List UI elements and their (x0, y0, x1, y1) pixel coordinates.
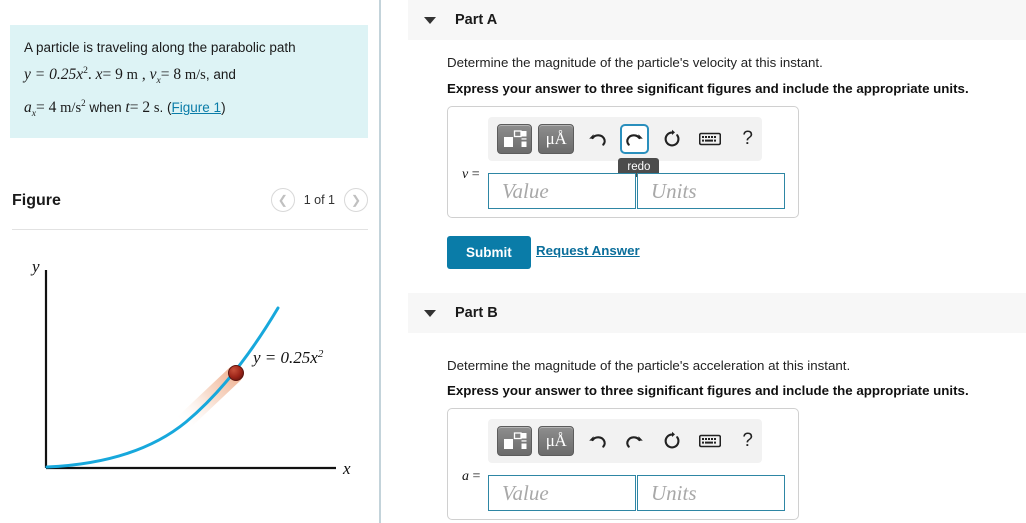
page-root: A particle is traveling along the parabo… (0, 0, 1026, 523)
part-b-units-input[interactable]: Units (637, 475, 785, 511)
reset-icon[interactable] (658, 124, 687, 154)
period-1: . (87, 66, 96, 84)
figure-title: Figure (12, 192, 61, 209)
particle-dot (228, 365, 244, 381)
redo-icon[interactable] (620, 426, 649, 456)
math-template-icon[interactable] (497, 426, 533, 456)
var-ax: ax (24, 99, 37, 120)
units-glyph: μÅ (545, 129, 567, 148)
part-b-toolbar: μÅ ? (488, 419, 762, 463)
part-b-header[interactable]: Part B (408, 293, 1026, 333)
ax-units: m/s2 (60, 98, 86, 117)
figure-1-link[interactable]: Figure 1 (172, 100, 222, 115)
part-b-value-input[interactable]: Value (488, 475, 636, 511)
help-glyph: ? (742, 430, 753, 451)
units-icon[interactable]: μÅ (538, 426, 574, 456)
reset-icon[interactable] (658, 426, 687, 456)
keyboard-icon[interactable] (696, 426, 725, 456)
curve-equation-label: y = 0.25x2 (251, 348, 324, 367)
vx-value: = 8 (160, 66, 182, 84)
problem-line-3: ax= 4 m/s2 when t= 2 s. (Figure 1) (24, 93, 354, 124)
part-a-question: Determine the magnitude of the particle'… (447, 55, 823, 70)
part-a-header[interactable]: Part A (408, 0, 1026, 40)
undo-icon[interactable] (583, 426, 612, 456)
parabola-curve (45, 306, 280, 469)
sep-1: , (137, 66, 150, 84)
problem-line-1: A particle is traveling along the parabo… (24, 40, 296, 55)
figure-divider (12, 229, 368, 230)
part-a-toolbar: μÅ redo ? (488, 117, 762, 177)
x-value: = 9 (102, 66, 123, 84)
problem-line-2: y = 0.25x2. x= 9 m , vx= 8 m/s, and (24, 60, 354, 91)
part-a-units-input[interactable]: Units (637, 173, 785, 209)
when-text: when (89, 100, 122, 116)
redo-icon[interactable]: redo (618, 124, 660, 177)
paren-close: ) (221, 100, 226, 116)
and-text: , and (205, 67, 236, 83)
help-glyph: ? (742, 128, 753, 149)
collapse-caret-icon[interactable] (424, 16, 436, 24)
collapse-caret-icon[interactable] (424, 309, 436, 317)
part-b-label: Part B (455, 305, 498, 321)
math-template-icon[interactable] (497, 124, 533, 154)
chevron-right-icon[interactable]: ❯ (344, 188, 368, 212)
undo-icon[interactable] (583, 124, 612, 154)
help-icon[interactable]: ? (733, 124, 762, 154)
var-vx: vx (149, 66, 161, 87)
part-b-variable-label: a = (462, 469, 481, 484)
equation-y: y = 0.25x2 (24, 65, 88, 84)
part-b-answer-panel: μÅ ? a = Value Units (447, 408, 799, 520)
x-units: m (126, 67, 138, 84)
t-value: = 2 (129, 99, 151, 117)
part-b-question: Determine the magnitude of the particle'… (447, 358, 851, 373)
part-a-label: Part A (455, 12, 498, 28)
y-axis-label: y (30, 257, 40, 276)
part-a-instruction: Express your answer to three significant… (447, 81, 969, 96)
x-axis-label: x (342, 459, 351, 478)
chevron-left-icon[interactable]: ❮ (270, 188, 295, 212)
keyboard-icon[interactable] (696, 124, 725, 154)
units-glyph: μÅ (545, 431, 567, 450)
units-icon[interactable]: μÅ (538, 124, 574, 154)
parabola-figure: y x y = 0.25x2 (30, 257, 351, 478)
var-x: x (95, 66, 103, 84)
figure-count: 1 of 1 (303, 193, 335, 207)
problem-statement: A particle is traveling along the parabo… (10, 25, 368, 139)
left-panel: A particle is traveling along the parabo… (0, 0, 381, 523)
right-panel: Part A Determine the magnitude of the pa… (383, 0, 1026, 523)
part-a-variable-label: v = (462, 167, 480, 182)
figure-navigation: ❮ 1 of 1 ❯ (270, 188, 368, 212)
part-a-answer-panel: μÅ redo ? v = Value Units (447, 106, 799, 218)
part-a-submit-button[interactable]: Submit (447, 236, 531, 269)
help-icon[interactable]: ? (733, 426, 762, 456)
paren-open: . ( (159, 100, 172, 116)
ax-value: = 4 (36, 99, 57, 117)
figure-header: Figure ❮ 1 of 1 ❯ (12, 188, 368, 228)
part-b-instruction: Express your answer to three significant… (447, 383, 969, 398)
part-a-request-answer-link[interactable]: Request Answer (536, 243, 640, 258)
vx-units: m/s (184, 67, 206, 84)
part-a-value-input[interactable]: Value (488, 173, 636, 209)
